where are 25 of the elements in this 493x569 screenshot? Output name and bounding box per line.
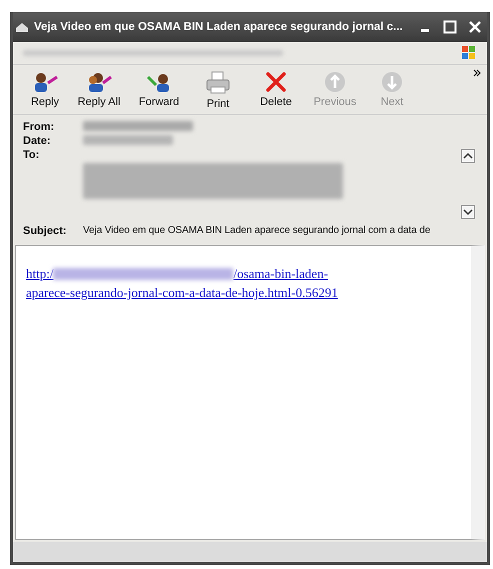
flag-logo-icon bbox=[461, 45, 477, 61]
people-arrow-icon bbox=[86, 71, 112, 93]
scroll-up-icon[interactable] bbox=[461, 149, 475, 163]
toolbar-button[interactable]: Forward bbox=[131, 69, 187, 110]
link[interactable]: /osama-bin-laden- bbox=[233, 266, 328, 281]
toolbar-button[interactable]: Print bbox=[191, 69, 245, 112]
subject-text: Veja Video em que OSAMA BIN Laden aparece segurando jornal com a data de bbox=[83, 225, 432, 237]
chevron-icon[interactable] bbox=[473, 69, 481, 77]
link[interactable]: http:/ bbox=[26, 266, 54, 281]
to-label: To: bbox=[23, 149, 40, 163]
window-title: Veja Video em que OSAMA BIN Laden aparece segurando jornal c... bbox=[34, 21, 404, 33]
toolbar-button[interactable]: Delete bbox=[249, 69, 303, 110]
toolbar-button[interactable]: Reply bbox=[23, 69, 67, 110]
person-arrow-icon bbox=[146, 71, 172, 93]
scroll-down-icon[interactable] bbox=[461, 205, 475, 219]
printer-icon bbox=[205, 71, 231, 95]
subject-label: Subject: bbox=[23, 225, 68, 237]
link[interactable]: aparece-segurando-jornal-com-a-data-de-hoje.html-0.56291 bbox=[26, 285, 338, 300]
people-arrow-icon bbox=[32, 71, 58, 93]
close-icon[interactable] bbox=[468, 20, 482, 34]
from-label: From: bbox=[23, 121, 56, 133]
toolbar-button[interactable]: Reply All bbox=[71, 69, 127, 110]
x-icon bbox=[264, 71, 288, 93]
date-label: Date: bbox=[23, 135, 52, 147]
maximize-icon[interactable] bbox=[443, 20, 457, 34]
